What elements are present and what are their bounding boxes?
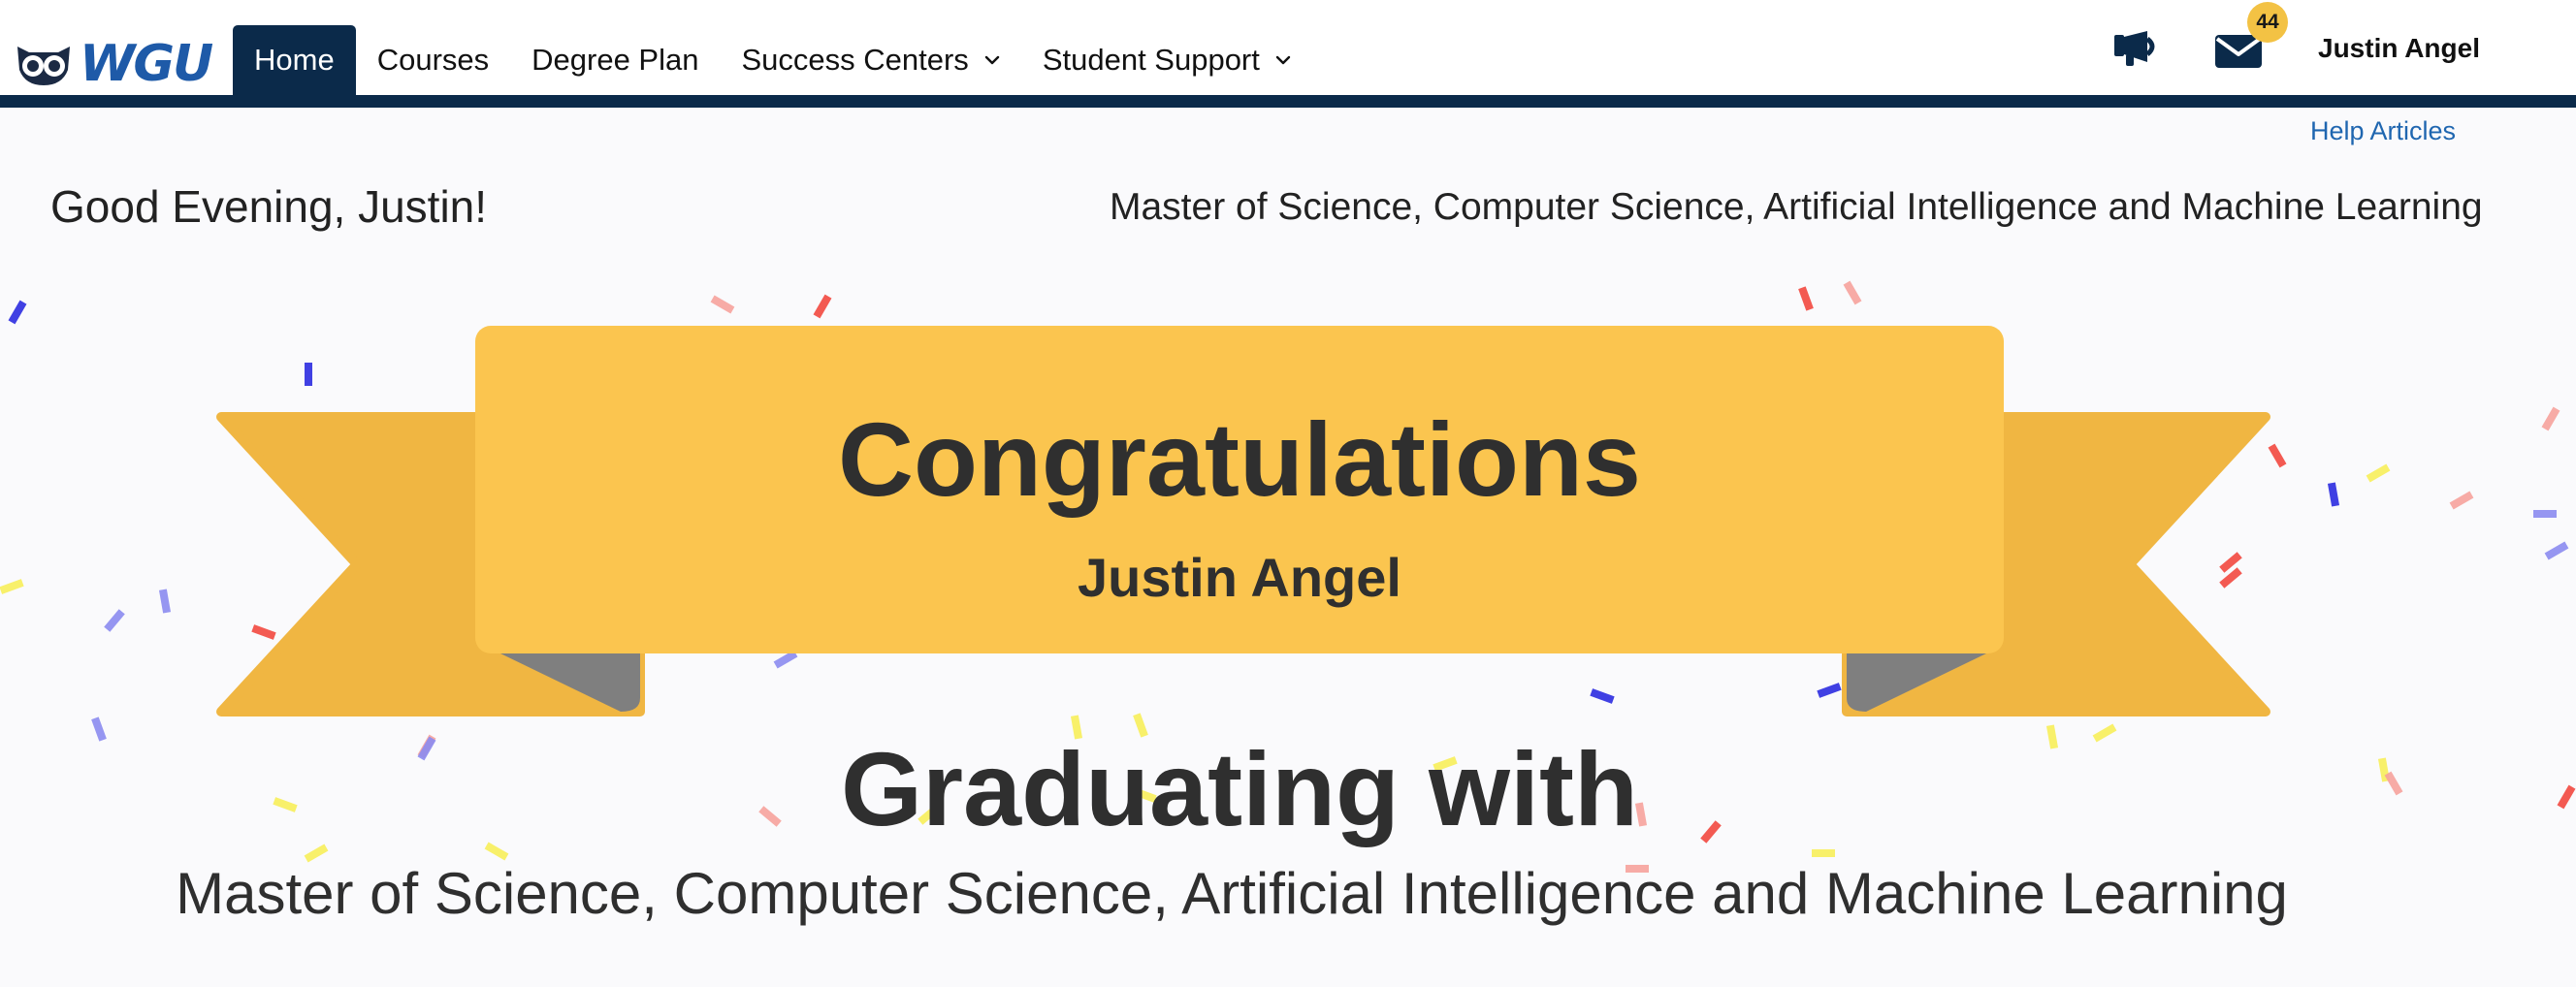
nav-student-support[interactable]: Student Support [1021,25,1312,95]
chevron-down-icon [984,55,1000,65]
graduate-name: Justin Angel [1078,547,1401,608]
nav-degree-plan[interactable]: Degree Plan [510,25,720,95]
nav-degree-plan-label: Degree Plan [531,43,699,77]
congratulations-title: Congratulations [838,400,1641,518]
nav-student-support-label: Student Support [1042,43,1260,77]
nav-courses-label: Courses [376,43,490,77]
mail-count-badge: 44 [2247,2,2288,43]
chevron-down-icon [1275,55,1291,65]
nav-success-centers-label: Success Centers [741,43,969,77]
nav-courses[interactable]: Courses [356,25,510,95]
help-articles-link[interactable]: Help Articles [2310,116,2456,146]
top-navbar: WGU Home Courses Degree Plan Success Cen… [0,0,2576,95]
greeting-text: Good Evening, Justin! [50,181,488,232]
graduating-program: Master of Science, Computer Science, Art… [176,861,2288,926]
owl-icon [17,47,70,85]
main-nav: Home Courses Degree Plan Success Centers… [233,25,1312,95]
navbar-divider [0,95,2576,108]
program-name: Master of Science, Computer Science, Art… [1110,186,2483,228]
nav-home-label: Home [254,43,335,77]
page: WGU Home Courses Degree Plan Success Cen… [0,0,2576,987]
wgu-logo[interactable]: WGU [14,35,213,93]
megaphone-icon[interactable] [2112,29,2161,68]
logo-text: WGU [80,35,213,93]
graduating-heading: Graduating with [841,730,1638,847]
nav-home[interactable]: Home [233,25,356,95]
nav-success-centers[interactable]: Success Centers [720,25,1020,95]
user-menu[interactable]: Justin Angel [2318,33,2480,64]
